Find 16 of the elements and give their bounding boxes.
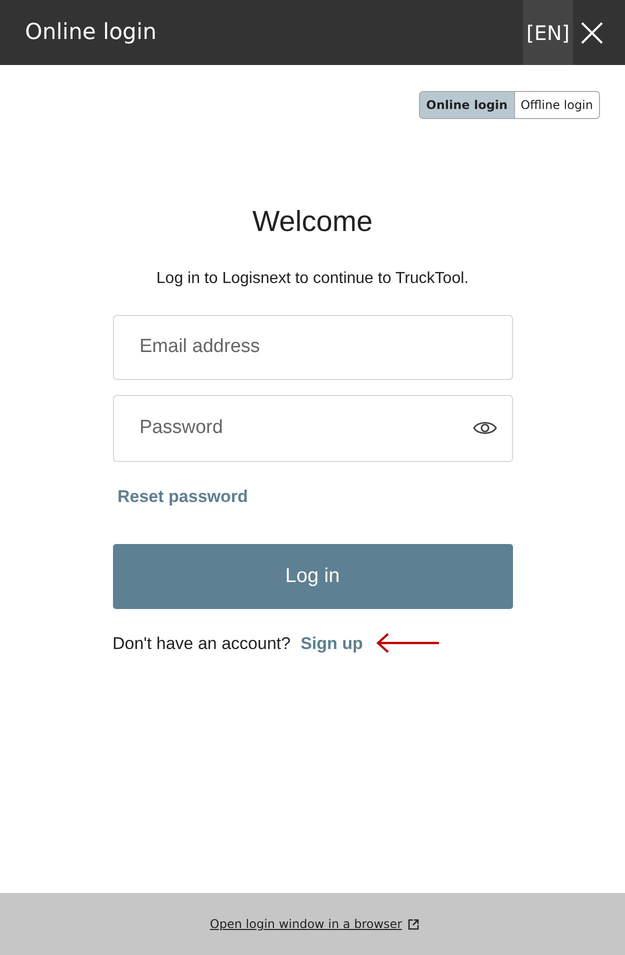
- window-title: Online login: [25, 19, 158, 47]
- mode-tab[interactable]: Offline login: [514, 92, 599, 118]
- signup-link[interactable]: Sign up: [300, 630, 363, 656]
- external-link-icon[interactable]: [408, 918, 420, 930]
- language-button[interactable]: [EN]: [523, 0, 573, 65]
- eye-icon[interactable]: [472, 420, 496, 436]
- mode-tab[interactable]: Online login: [420, 92, 514, 118]
- reset-password-link[interactable]: Reset password: [118, 486, 248, 506]
- signup-prompt: Don't have an account?: [112, 632, 291, 654]
- heading: Welcome: [252, 205, 373, 240]
- subtitle: Log in to Logisnext to continue to TruckTool.: [156, 268, 469, 288]
- open-in-browser-link[interactable]: Open login window in a browser: [210, 915, 402, 933]
- password-field[interactable]: Password: [112, 394, 512, 462]
- login-button[interactable]: Log in: [112, 544, 512, 608]
- arrow-drawing: [374, 632, 441, 654]
- email-field[interactable]: Email address: [112, 314, 512, 380]
